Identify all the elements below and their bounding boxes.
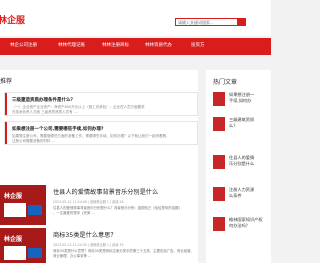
featured-desc-cont: 注册公司需要准备的材料 ... [12, 139, 55, 143]
sidebar-title: 热门文章 [213, 79, 238, 86]
nav-item-company-registration[interactable]: 林企公司注册 [10, 42, 37, 48]
sidebar-title-line: 如果想注册一 [229, 92, 255, 97]
sidebar-thumbnail[interactable] [213, 187, 225, 201]
post-thumbnail[interactable]: 林企服 [0, 185, 46, 225]
nav-item-qualification[interactable]: 林林资质代办 [145, 42, 172, 48]
sidebar-thumbnail[interactable] [213, 92, 225, 106]
thumbnail-logo-text: 林企服 [4, 236, 23, 243]
featured-title[interactable]: 如果想注册一个公司,需要哪些手续,如何办理? [12, 126, 104, 132]
featured-accent-bar [5, 93, 7, 115]
sidebar-title-line: 么条件 [229, 193, 242, 198]
post-excerpt: 住县人的爱情故事背景音乐分别是什么？背景音乐分别：蓝颜知己《恰恰是你的话题》 、… [53, 206, 182, 216]
sidebar-article-title[interactable]: 住县人的爱情 乐分别是什么 [229, 155, 254, 167]
sidebar-thumbnail[interactable] [213, 217, 225, 231]
main-nav: 林企公司注册 林林代理记账 林林注册商标 林林资质代办 投资方 [0, 38, 271, 55]
featured-accent-bar [5, 122, 7, 144]
featured-desc-cont: 在技术负责人方面 三级资质资质人员有 ... [12, 110, 78, 114]
sidebar-article-title[interactable]: 如果想注册一 手续,如何办 [229, 92, 254, 104]
thumbnail-accent-image [28, 248, 42, 258]
sidebar-thumbnail[interactable] [213, 117, 225, 131]
post-excerpt-line: 商业管理、办公事务等 ... [53, 254, 92, 258]
sidebar-article-title[interactable]: 注册人力资源 么条件 [229, 187, 254, 199]
panel-title: 推荐 [0, 78, 13, 85]
sidebar-title-line: 榆林国家知识产权 [229, 217, 263, 222]
search-box[interactable] [175, 18, 246, 26]
post-title[interactable]: 商标35类是什么意思？ [53, 230, 117, 239]
thumbnail-screen-image [4, 246, 26, 260]
sidebar-title-line: 何办法吗？ [229, 223, 250, 228]
nav-item-bookkeeping[interactable]: 林林代理记账 [58, 42, 85, 48]
post-excerpt-line: 住县人的爱情故事背景音乐分别是什么？背景音乐分别：蓝颜知己《恰恰是你的话题》 [53, 206, 182, 210]
sidebar-title-line: 注册人力资源 [229, 187, 255, 192]
post-excerpt: 商标35类是什么意思？商标35类是商标注册分类中的第三十五类，主要包括广告、商业… [53, 249, 194, 259]
post-meta: 2023-05-12 11:24:30 | 营销林企服 1 | 阅读 35 [53, 243, 124, 247]
sidebar-article-title[interactable]: 三级建筑资质 么？ [229, 117, 254, 129]
thumbnail-accent-image [28, 205, 42, 215]
sidebar-thumbnail[interactable] [213, 155, 225, 169]
featured-article[interactable]: 三级建造资质办理条件是什么？ （一）企业资产企业资产：净资产800万元以上（施工… [4, 92, 198, 116]
site-header: 林企服 [0, 0, 271, 36]
sidebar-title-line: 手续,如何办 [229, 98, 252, 103]
post-excerpt-line: 、一生最爱的是你《完美 ... [53, 211, 95, 215]
sidebar-title-line: 么？ [229, 123, 238, 128]
sidebar-title-line: 乐分别是什么 [229, 161, 255, 166]
featured-article[interactable]: 如果想注册一个公司,需要哪些手续,如何办理? 如果想注册公司，需要做哪些方面的准… [4, 121, 198, 145]
sidebar-title-line: 三级建筑资质 [229, 117, 255, 122]
sidebar-title-line: 住县人的爱情 [229, 155, 255, 160]
post-excerpt-line: 商标35类是什么意思？商标35类是商标注册分类中的第三十五类，主要包括广告、商业… [53, 249, 194, 253]
featured-title[interactable]: 三级建造资质办理条件是什么？ [12, 97, 75, 103]
nav-item-trademark[interactable]: 林林注册商标 [102, 42, 129, 48]
post-thumbnail[interactable]: 林企服 [0, 228, 46, 263]
post-meta: 2023-05-12 11:24:46 | 营销林企服 1 | 阅读 26 [53, 200, 124, 204]
search-input[interactable] [178, 19, 238, 25]
nav-item-investor[interactable]: 投资方 [191, 42, 205, 48]
thumbnail-logo-text: 林企服 [4, 193, 23, 200]
search-button[interactable] [237, 19, 245, 25]
post-title[interactable]: 住县人的爱情故事背景音乐分别是什么 [53, 187, 158, 196]
site-logo[interactable]: 林企服 [0, 13, 25, 26]
sidebar-article-title[interactable]: 榆林国家知识产权 何办法吗？ [229, 217, 263, 229]
thumbnail-screen-image [4, 203, 26, 217]
